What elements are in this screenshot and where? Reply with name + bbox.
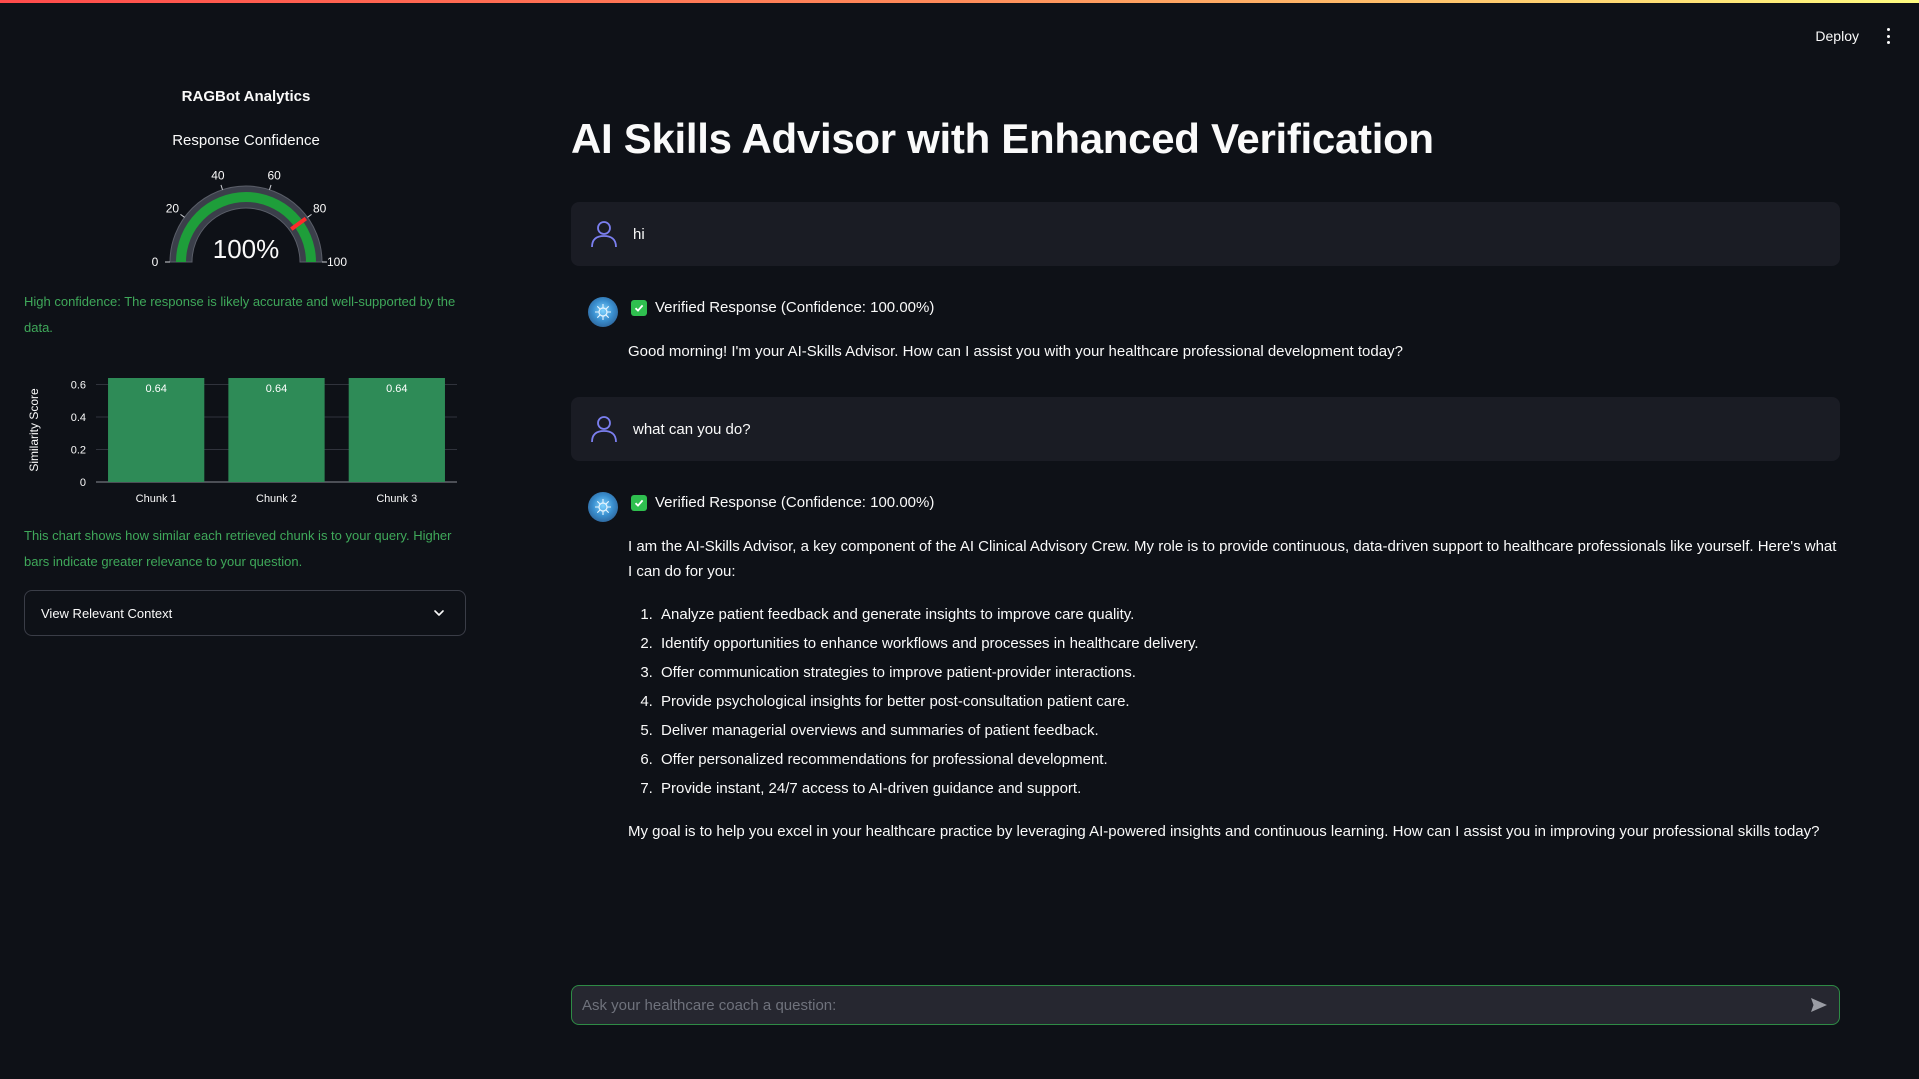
message-text: hi	[633, 225, 645, 243]
header-actions: Deploy	[1811, 22, 1891, 50]
verified-text: Verified Response (Confidence: 100.00%)	[655, 494, 935, 511]
chart-note: This chart shows how similar each retrie…	[24, 528, 452, 569]
bar-data-label: 0.64	[266, 383, 287, 395]
y-tick-label: 0.4	[71, 412, 86, 424]
chat-message-user: what can you do?	[571, 397, 1840, 461]
chevron-down-icon	[434, 610, 444, 616]
deploy-button[interactable]: Deploy	[1811, 22, 1863, 50]
gauge-title: Response Confidence	[172, 132, 320, 149]
message-text: what can you do?	[633, 420, 751, 438]
message-intro: I am the AI-Skills Advisor, a key compon…	[628, 538, 1837, 580]
chat-message-assistant: Verified Response (Confidence: 100.00%) …	[571, 297, 1840, 367]
send-icon	[1811, 998, 1827, 1012]
y-tick-label: 0.2	[71, 445, 86, 457]
expander-label: View Relevant Context	[41, 605, 173, 621]
gauge-tick	[220, 184, 223, 190]
x-tick-label: Chunk 1	[136, 493, 177, 505]
sidebar-title: RAGBot Analytics	[181, 88, 311, 105]
list-item: Offer personalized recommendations for p…	[657, 745, 1840, 774]
gauge-tick	[269, 184, 272, 190]
list-item: Analyze patient feedback and generate in…	[657, 600, 1840, 629]
confidence-gauge: Response Confidence 0 20 40 60 80 100 100%	[130, 120, 362, 280]
gauge-value-label: 100%	[213, 234, 280, 264]
gauge-tick	[180, 213, 185, 218]
list-item: Provide instant, 24/7 access to AI-drive…	[657, 774, 1840, 803]
verified-badge: Verified Response (Confidence: 100.00%)	[631, 299, 934, 316]
check-icon	[631, 494, 647, 511]
confidence-note: High confidence: The response is likely …	[24, 294, 456, 335]
gauge-tick-label: 60	[267, 168, 281, 182]
assistant-message-body: I am the AI-Skills Advisor, a key compon…	[628, 534, 1840, 844]
y-axis-label: Similarity Score	[27, 388, 41, 472]
bot-avatar-icon	[588, 492, 618, 522]
y-tick-label: 0	[80, 477, 86, 489]
list-item: Offer communication strategies to improv…	[657, 658, 1840, 687]
gauge-tick-label: 80	[313, 202, 327, 216]
bar-data-label: 0.64	[145, 383, 166, 395]
similarity-bar-chart: 0 0.2 0.4 0.6 Similarity Score 0.64 Chunk 1 0.6…	[27, 378, 457, 505]
gauge-tick-label: 40	[211, 168, 225, 182]
x-tick-label: Chunk 2	[256, 493, 297, 505]
gauge-tick-label: 0	[152, 255, 159, 269]
chat-input[interactable]	[572, 987, 1799, 1023]
list-item: Deliver managerial overviews and summari…	[657, 716, 1840, 745]
message-outro: My goal is to help you excel in your hea…	[628, 823, 1820, 840]
list-item: Provide psychological insights for bette…	[657, 687, 1840, 716]
assistant-message-body: Good morning! I'm your AI-Skills Advisor…	[628, 339, 1840, 364]
bot-avatar-icon	[588, 297, 618, 327]
page-title: AI Skills Advisor with Enhanced Verifica…	[571, 115, 1434, 162]
verified-text: Verified Response (Confidence: 100.00%)	[655, 299, 935, 316]
capabilities-list: Analyze patient feedback and generate in…	[628, 600, 1840, 803]
list-item: Identify opportunities to enhance workfl…	[657, 629, 1840, 658]
user-avatar-icon	[591, 221, 617, 248]
gauge-tick-label: 100	[327, 255, 347, 269]
bar-data-label: 0.64	[386, 383, 407, 395]
x-tick-label: Chunk 3	[376, 493, 417, 505]
user-avatar-icon	[591, 416, 617, 443]
chat-input-container	[571, 985, 1840, 1025]
gauge-tick-label: 20	[166, 202, 180, 216]
sidebar: RAGBot Analytics Response Confidence 0 20…	[0, 0, 490, 1079]
send-button[interactable]	[1799, 987, 1839, 1023]
check-icon	[631, 299, 647, 316]
gauge-svg: 0 20 40 60 80 100 100%	[152, 168, 348, 269]
chat-message-user: hi	[571, 202, 1840, 266]
gauge-tick	[307, 213, 312, 218]
verified-badge: Verified Response (Confidence: 100.00%)	[631, 494, 934, 511]
message-text: Good morning! I'm your AI-Skills Advisor…	[628, 343, 1403, 360]
view-context-expander[interactable]: View Relevant Context	[24, 590, 466, 636]
vertical-dots-icon[interactable]	[1885, 28, 1891, 44]
chat-message-assistant: Verified Response (Confidence: 100.00%) …	[571, 492, 1840, 852]
y-tick-label: 0.6	[71, 380, 86, 392]
